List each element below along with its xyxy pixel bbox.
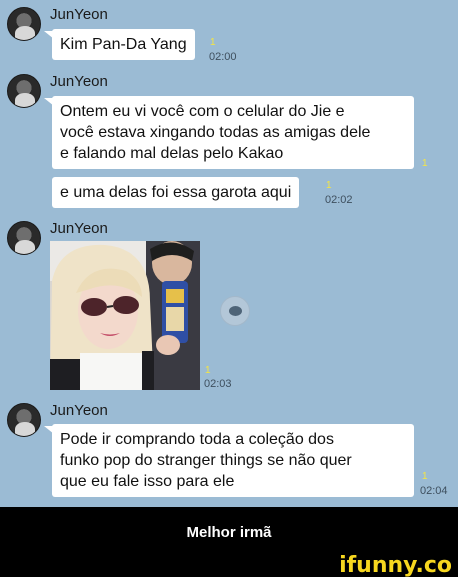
- message-bubble[interactable]: Ontem eu vi você com o celular do Jie e …: [44, 96, 414, 169]
- message-bubble[interactable]: Pode ir comprando toda a coleção dos fun…: [44, 424, 414, 497]
- sender-name: JunYeon: [50, 220, 108, 237]
- unread-count: 1: [422, 158, 428, 169]
- message-bubble[interactable]: Kim Pan-Da Yang: [44, 29, 195, 60]
- avatar[interactable]: [7, 7, 41, 41]
- unread-count: 1: [210, 37, 216, 48]
- message-time: 02:03: [204, 378, 232, 390]
- chat-area: JunYeon Kim Pan-Da Yang 1 02:00 JunYeon …: [0, 0, 458, 507]
- message-time: 02:02: [325, 194, 353, 206]
- message-time: 02:00: [209, 51, 237, 63]
- unread-count: 1: [326, 180, 332, 191]
- message-bubble[interactable]: e uma delas foi essa garota aqui: [52, 177, 300, 208]
- avatar[interactable]: [7, 221, 41, 255]
- sender-name: JunYeon: [50, 6, 108, 23]
- photo-message[interactable]: [50, 241, 200, 390]
- share-button[interactable]: [220, 296, 250, 326]
- message-time: 02:04: [420, 485, 448, 497]
- unread-count: 1: [422, 471, 428, 482]
- ifunny-watermark: ifunny.co: [339, 553, 452, 577]
- photo-image: [50, 241, 200, 390]
- sender-name: JunYeon: [50, 402, 108, 419]
- unread-count: 1: [205, 365, 211, 376]
- caption-bar: Melhor irmã: [0, 507, 458, 557]
- caption-text: Melhor irmã: [186, 523, 272, 541]
- sender-name: JunYeon: [50, 73, 108, 90]
- avatar[interactable]: [7, 403, 41, 437]
- avatar[interactable]: [7, 74, 41, 108]
